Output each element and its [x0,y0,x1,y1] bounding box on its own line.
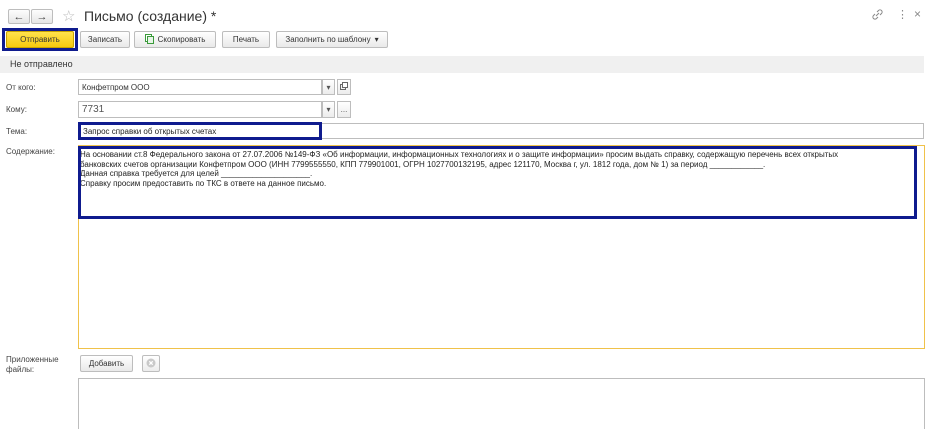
to-label: Кому: [6,105,27,114]
attachments-list[interactable] [78,378,925,429]
copy-icon [144,33,154,46]
ellipsis-icon: ... [340,105,348,114]
more-menu-icon[interactable]: ⋮ [897,8,908,21]
save-button-label: Записать [87,35,123,44]
attachments-label-line: файлы: [6,365,35,374]
favorite-star-icon[interactable]: ☆ [62,7,75,25]
content-highlight [78,146,917,219]
attachments-label: Приложенные файлы: [6,355,59,375]
back-button[interactable]: ← [8,9,30,24]
subject-label: Тема: [6,127,28,136]
fill-template-button[interactable]: Заполнить по шаблону ▾ [276,31,388,48]
from-open-button[interactable] [337,79,351,95]
from-field[interactable]: Конфетпром ООО [78,79,322,95]
subject-value: Запрос справки об открытых счетах [83,127,217,136]
from-label: От кого: [6,83,36,92]
to-dropdown-button[interactable]: ▾ [322,101,335,118]
chevron-down-icon: ▾ [326,82,331,92]
send-button[interactable]: Отправить [6,31,74,48]
to-select-button[interactable]: ... [337,101,351,118]
from-dropdown-button[interactable]: ▾ [322,79,335,95]
save-button[interactable]: Записать [80,31,130,48]
open-item-icon [340,82,348,92]
window-title: Письмо (создание) * [84,8,217,24]
copy-button-label: Скопировать [157,35,206,44]
link-icon[interactable] [872,9,883,23]
to-field[interactable]: 7731 [78,101,322,118]
from-value: Конфетпром ООО [82,82,150,92]
chevron-down-icon: ▾ [326,105,331,114]
add-file-label: Добавить [88,359,125,368]
forward-button[interactable]: → [31,9,53,24]
attachments-label-line: Приложенные [6,355,59,364]
delete-icon [146,358,156,370]
delete-file-button[interactable] [142,355,160,372]
copy-button[interactable]: Скопировать [134,31,216,48]
back-arrow-icon: ← [13,10,25,23]
forward-arrow-icon: → [36,10,48,23]
close-icon[interactable]: × [914,7,921,21]
print-button-label: Печать [232,35,260,44]
status-bar: Не отправлено [0,56,924,73]
add-file-button[interactable]: Добавить [80,355,133,372]
chevron-down-icon: ▾ [374,35,379,44]
fill-template-label: Заполнить по шаблону [285,35,371,44]
content-label: Содержание: [6,147,55,156]
print-button[interactable]: Печать [222,31,270,48]
to-value: 7731 [82,104,105,115]
send-button-label: Отправить [20,35,60,44]
